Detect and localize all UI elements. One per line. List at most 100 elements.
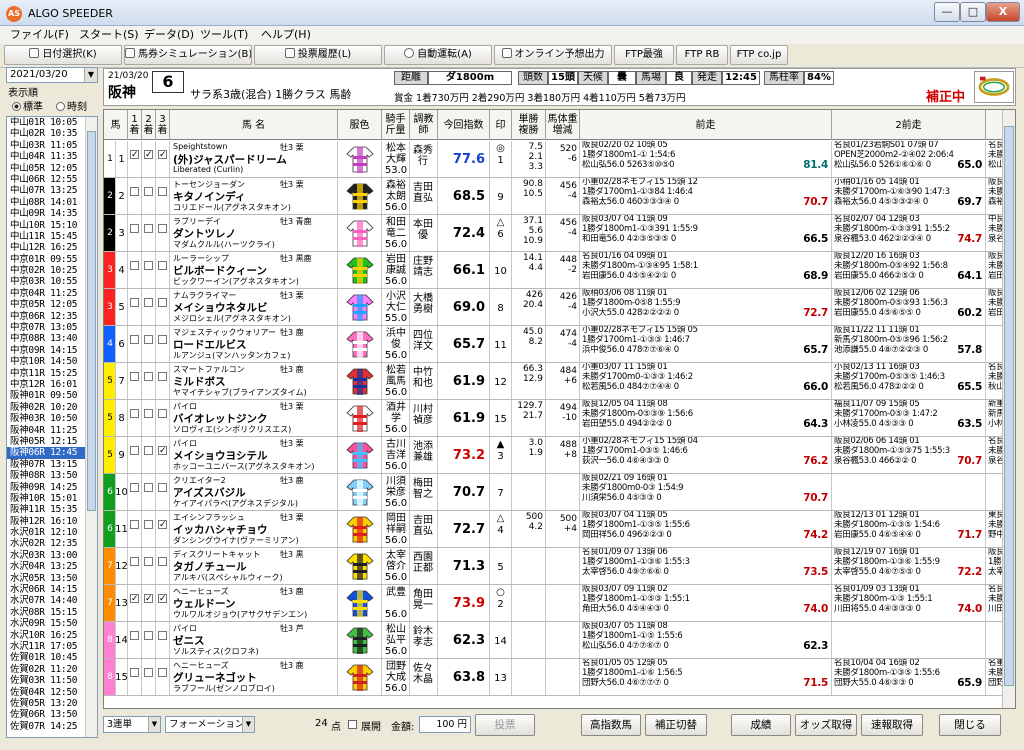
prediction-mark[interactable]: 7 [490, 474, 512, 510]
horse-name-cell[interactable]: ラブリーデイ 牡3 青鹿 ダントツレノ マダムクルル(ハーツクライ) [170, 215, 338, 251]
race-list-item[interactable]: 中山05R 12:05 [7, 163, 97, 174]
race-list-item[interactable]: 中山03R 11:05 [7, 140, 97, 151]
ftp-cojp-button[interactable]: FTP co.jp [730, 45, 788, 65]
race-list-item[interactable]: 水沢08R 15:15 [7, 607, 97, 618]
table-row[interactable]: 7 12 ディスクリートキャット 牡3 黒タガノチュール アルキバ(スペシャルウィーク)… [104, 548, 1015, 585]
prediction-mark[interactable]: 12 [490, 363, 512, 399]
place-2-checkbox[interactable] [144, 557, 153, 566]
second-previous-race[interactable]: 阪良12/06 02 12頭 06 未勝ダ1800m-0⑤③93 1:56:3 60… [832, 289, 986, 325]
place-1-checkbox[interactable] [130, 298, 139, 307]
race-list-item[interactable]: 中京08R 13:40 [7, 333, 97, 344]
table-row[interactable]: 2 3 ラブリーデイ 牡3 青鹿 ダントツレノ マダムクルル(ハーツクライ) 和田 竜二 5… [104, 215, 1015, 252]
horse-name-cell[interactable]: スマートファルコン 牡3 鹿ミルドボス ヤマイチシャブ(ブライアンズタイム) [170, 363, 338, 399]
race-list-item[interactable]: 佐賀06R 13:50 [7, 709, 97, 720]
prediction-mark[interactable]: ▲ 3 [490, 437, 512, 473]
prediction-mark[interactable]: ○ 2 [490, 585, 512, 621]
race-list-item[interactable]: 阪神05R 12:15 [7, 436, 97, 447]
vote-button[interactable]: 投票 [475, 714, 535, 736]
prediction-mark[interactable]: 15 [490, 400, 512, 436]
table-row[interactable]: 4 6 マジェスティックウォリアー 牡3 鹿ロードエルビス ルアンジュ(マンハッタンカフ… [104, 326, 1015, 363]
race-list-item[interactable]: 水沢02R 12:35 [7, 538, 97, 549]
place-3-checkbox[interactable] [158, 261, 167, 270]
race-list-item[interactable]: 阪神08R 13:50 [7, 470, 97, 481]
race-list-item[interactable]: 水沢09R 15:50 [7, 618, 97, 629]
race-list-item[interactable]: 阪神10R 15:01 [7, 493, 97, 504]
race-list-item[interactable]: 佐賀04R 12:50 [7, 687, 97, 698]
high-index-button[interactable]: 高指数馬 [581, 714, 641, 736]
second-previous-race[interactable]: 阪良12/19 07 16頭 01 未勝ダ1800m-①③⑥ 1:55:9 72.2… [832, 548, 986, 584]
place-2-checkbox[interactable] [144, 298, 153, 307]
table-scrollbar[interactable] [1002, 110, 1015, 708]
place-1-checkbox[interactable] [130, 224, 139, 233]
place-1-checkbox[interactable] [130, 335, 139, 344]
second-previous-race[interactable]: 小稍01/16 05 14頭 01 未勝ダ1700m-①⑥③90 1:47:3 69… [832, 178, 986, 214]
prediction-mark[interactable]: 8 [490, 289, 512, 325]
race-list-item[interactable]: 阪神11R 15:35 [7, 504, 97, 515]
table-row[interactable]: 6 11 ✓ エイシンフラッシュ 牡3 栗イッカハシャチョウ ダンシングウイナ(ヴァーミリ… [104, 511, 1015, 548]
place-3-checkbox[interactable] [158, 224, 167, 233]
place-1-checkbox[interactable] [130, 409, 139, 418]
race-list-item[interactable]: 佐賀02R 11:20 [7, 664, 97, 675]
race-list-item[interactable]: 水沢05R 13:50 [7, 573, 97, 584]
race-list-item[interactable]: 阪神07R 13:15 [7, 459, 97, 470]
previous-race[interactable]: 阪良02/20 02 10頭 05 1勝ダ1800m1-① 1:54:6 81.4 松… [580, 141, 832, 177]
place-3-checkbox[interactable] [158, 298, 167, 307]
race-list-item[interactable]: 水沢07R 14:40 [7, 595, 97, 606]
place-3-checkbox[interactable] [158, 557, 167, 566]
place-3-checkbox[interactable] [158, 335, 167, 344]
previous-race[interactable]: 名良01/09 07 13頭 06 1勝ダ1800m1-①③⑥ 1:55:3 73.… [580, 548, 832, 584]
place-1-checkbox[interactable]: ✓ [130, 594, 139, 604]
second-previous-race[interactable]: 阪良02/06 06 14頭 01 未勝ダ1800m-①⑤③75 1:55:3 70… [832, 437, 986, 473]
table-row[interactable]: 5 7 スマートファルコン 牡3 鹿ミルドボス ヤマイチシャブ(ブライアンズタイム) 松若… [104, 363, 1015, 400]
horse-name-cell[interactable]: トーセンジョーダン 牡3 栗キタノインディ コリエドール(アグネスタキオン) [170, 178, 338, 214]
race-list-item[interactable]: 阪神12R 16:10 [7, 516, 97, 527]
place-1-checkbox[interactable] [130, 372, 139, 381]
place-2-checkbox[interactable] [144, 187, 153, 196]
race-list-item[interactable]: 阪神06R 12:45 [7, 447, 97, 459]
second-previous-race[interactable]: 名良10/04 04 16頭 02 未勝ダ1800m-①③⑤ 1:55:6 65.9… [832, 659, 986, 695]
table-row[interactable]: 1 1 ✓ ✓ ✓ Speightstown 牡3 栗 (外)ジャスパードリーム Liberat… [104, 141, 1015, 178]
expand-checkbox[interactable] [348, 720, 357, 729]
race-list-item[interactable]: 水沢01R 12:10 [7, 527, 97, 538]
race-list-item[interactable]: 水沢10R 16:25 [7, 630, 97, 641]
race-list-item[interactable]: 中山08R 14:01 [7, 197, 97, 208]
menu-file[interactable]: ファイル(F) [6, 27, 73, 43]
table-row[interactable]: 3 4 ルーラーシップ 牡3 黒鹿 ビルボードクィーン ビックワーイン(アグネスタキオン)… [104, 252, 1015, 289]
previous-race[interactable]: 小重02/28ネモフィ15 15頭 12 1勝ダ1700m1-①③84 1:46:… [580, 178, 832, 214]
scroll-thumb[interactable] [87, 131, 96, 511]
place-2-checkbox[interactable] [144, 631, 153, 640]
horse-name-cell[interactable]: ディスクリートキャット 牡3 黒タガノチュール アルキバ(スペシャルウィーク) [170, 548, 338, 584]
ftp-rb-button[interactable]: FTP RB [676, 45, 728, 65]
race-list-item[interactable]: 中山06R 12:55 [7, 174, 97, 185]
second-previous-race[interactable]: 名良02/07 04 12頭 03 未勝ダ1800m-①③③91 1:55:2 74… [832, 215, 986, 251]
radio-standard[interactable]: 標準 [12, 98, 43, 113]
place-3-checkbox[interactable] [158, 668, 167, 677]
race-list-scrollbar[interactable] [85, 117, 97, 737]
prediction-mark[interactable]: ◎ 1 [490, 141, 512, 177]
place-2-checkbox[interactable] [144, 224, 153, 233]
previous-race[interactable]: 阪良03/07 04 11頭 05 1勝ダ1800m1-①③⑤ 1:55:6 74.… [580, 511, 832, 547]
menu-help[interactable]: ヘルプ(H) [257, 27, 315, 43]
place-2-checkbox[interactable] [144, 409, 153, 418]
race-list-item[interactable]: 中山02R 10:35 [7, 128, 97, 139]
second-previous-race[interactable]: 福良11/07 09 15頭 05 未勝ダ1700m-0⑤③ 1:47:2 63.5… [832, 400, 986, 436]
close-button[interactable]: 閉じる [939, 714, 1001, 736]
place-2-checkbox[interactable]: ✓ [144, 150, 153, 160]
ticket-simulation-button[interactable]: 馬券シミュレーション(B) [124, 45, 252, 65]
table-row[interactable]: 6 10 クリエイター2 牡3 鹿アイズスバジル ケイアイパラベ(アグネスデジタル) 川須… [104, 474, 1015, 511]
table-row[interactable]: 8 15 ヘニーヒューズ 牡3 鹿グリューネゴット ラブフール(ゼンノロブロイ) 団野 大… [104, 659, 1015, 696]
previous-race[interactable]: 阪稍03/06 08 11頭 01 1勝ダ1800m-0⑤8 1:55:9 72.7… [580, 289, 832, 325]
place-3-checkbox[interactable]: ✓ [158, 594, 167, 604]
place-3-checkbox[interactable] [158, 631, 167, 640]
previous-race[interactable]: 名良01/05 05 12頭 05 1勝ダ1800m1-①⑥ 1:56:5 71.5… [580, 659, 832, 695]
race-list-item[interactable]: 佐賀01R 10:45 [7, 652, 97, 663]
prediction-mark[interactable]: 5 [490, 548, 512, 584]
table-row[interactable]: 7 13 ✓ ✓ ✓ ヘニーヒューズ 牡3 鹿ウェルドーン ウルワルオジョウ(アサクサデンエン… [104, 585, 1015, 622]
previous-race[interactable]: 阪良03/07 04 11頭 09 1勝ダ1800m1-①③391 1:55:9 6… [580, 215, 832, 251]
previous-race[interactable]: 阪良12/05 04 11頭 08 未勝ダ1800m-0⑤③⑨ 1:56:6 64.… [580, 400, 832, 436]
prediction-mark[interactable]: △ 6 [490, 215, 512, 251]
place-1-checkbox[interactable] [130, 483, 139, 492]
date-select-button[interactable]: 日付選択(K) [4, 45, 122, 65]
place-3-checkbox[interactable] [158, 409, 167, 418]
correction-toggle-button[interactable]: 補正切替 [645, 714, 707, 736]
